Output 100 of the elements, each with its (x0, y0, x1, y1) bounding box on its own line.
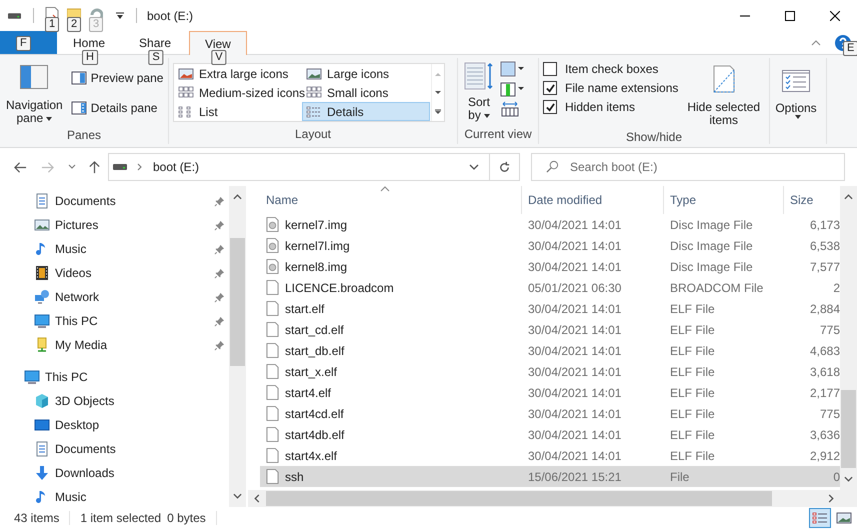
table-cell-text: 30/04/2021 14:01 (527, 406, 622, 420)
scroll-right-icon[interactable] (828, 494, 834, 503)
scroll-down-icon[interactable] (233, 493, 242, 499)
file-row[interactable]: start_x.elf 30/04/2021 14:01 ELF File 3,618 (260, 361, 840, 382)
scroll-up-icon[interactable] (233, 194, 242, 200)
file-row[interactable]: kernel7l.img 30/04/2021 14:01 Disc Image File 6,538 (260, 235, 840, 256)
pin-icon[interactable] (214, 196, 225, 206)
file-row[interactable]: kernel7.img 30/04/2021 14:01 Disc Image File 6,173 (260, 214, 840, 235)
navigation-pane-button[interactable]: Navigation pane (4, 58, 65, 127)
checkbox[interactable]: Hidden items (543, 100, 678, 114)
picture-icon (306, 66, 322, 80)
navigation-item[interactable]: My Media (0, 333, 229, 357)
table-cell-text: File (669, 470, 690, 484)
file-tab[interactable]: F (0, 31, 57, 54)
layout-option[interactable]: List (174, 102, 302, 121)
pane-button[interactable]: Details pane (68, 97, 166, 119)
scroll-down-icon[interactable] (434, 90, 442, 96)
pin-icon[interactable] (214, 316, 225, 326)
keytip-tooltip: 1 (45, 16, 60, 32)
file-row[interactable]: start4x.elf 30/04/2021 14:01 ELF File 2,912 (260, 445, 840, 466)
navigation-item[interactable]: Desktop (0, 413, 229, 437)
pin-icon[interactable] (214, 244, 225, 254)
table-cell-text: 30/04/2021 14:01 (527, 218, 622, 232)
table-cell-text: 2 (832, 280, 840, 294)
pane-button[interactable]: Preview pane (68, 67, 166, 89)
scroll-up-icon[interactable] (844, 194, 853, 200)
column-header[interactable]: Name (248, 186, 522, 214)
add-columns-icon[interactable] (500, 81, 524, 97)
navigation-item[interactable]: Documents (0, 189, 229, 213)
column-header[interactable]: Size (784, 186, 840, 214)
up-arrow-icon[interactable] (88, 160, 101, 174)
scroll-down-icon[interactable] (844, 476, 853, 482)
file-row[interactable]: start_db.elf 30/04/2021 14:01 ELF File 4,683 (260, 340, 840, 361)
expand-gallery-icon[interactable] (434, 108, 442, 114)
customize-dropdown-icon[interactable] (116, 12, 124, 20)
file-row[interactable]: start4db.elf 30/04/2021 14:01 ELF File 3,636 (260, 424, 840, 445)
address-path[interactable]: boot (E:) (153, 160, 200, 174)
pin-icon[interactable] (214, 220, 225, 230)
group-by-icon[interactable] (500, 61, 524, 77)
group-label: Panes (66, 127, 102, 144)
table-cell-text: 2,912 (808, 448, 840, 462)
table-cell-text: 775 (818, 322, 840, 336)
chevron-down-icon[interactable] (469, 164, 479, 170)
navigation-item[interactable]: This PC (0, 309, 229, 333)
navigation-item[interactable]: 3D Objects (0, 389, 229, 413)
layout-option[interactable]: Medium-sized icons (174, 83, 302, 102)
scrollbar[interactable] (229, 186, 246, 507)
layout-option[interactable]: Large icons (302, 64, 430, 83)
picture-icon (836, 511, 852, 525)
navigation-item[interactable]: Music (0, 237, 229, 261)
column-header[interactable]: Type (664, 186, 784, 214)
file-row[interactable]: start4cd.elf 30/04/2021 14:01 ELF File 775 (260, 403, 840, 424)
icon-grid-icon (178, 86, 194, 100)
scrollbar-thumb[interactable] (841, 390, 856, 468)
details-pane-icon (70, 101, 87, 115)
scrollbar-thumb[interactable] (266, 491, 772, 506)
scrollbar[interactable] (840, 186, 857, 490)
pin-icon[interactable] (214, 292, 225, 302)
details-view-button[interactable] (809, 508, 831, 528)
checkbox-box[interactable] (543, 62, 557, 76)
layout-option[interactable]: Details (302, 102, 430, 121)
file-row[interactable]: kernel8.img 30/04/2021 14:01 Disc Image File 7,577 (260, 256, 840, 277)
file-name: start.elf (285, 302, 324, 316)
navigation-item[interactable]: This PC (0, 365, 229, 389)
scrollbar-thumb[interactable] (230, 238, 245, 366)
pin-icon[interactable] (214, 340, 225, 350)
chevron-down-icon[interactable] (68, 164, 76, 170)
hide-selected-items-button[interactable]: Hide selected items (682, 58, 765, 129)
checkbox-box[interactable] (543, 81, 557, 95)
sort-by-button[interactable]: Sort by (462, 58, 496, 124)
navigation-item[interactable]: Downloads (0, 461, 229, 485)
navigation-item[interactable]: Pictures (0, 213, 229, 237)
column-header[interactable]: Date modified (522, 186, 664, 214)
scroll-left-icon[interactable] (254, 494, 260, 503)
navigation-item[interactable]: Music (0, 485, 229, 509)
checkbox-label: Hidden items (565, 100, 636, 114)
checkbox[interactable]: File name extensions (543, 81, 678, 95)
checkbox-box[interactable] (543, 100, 557, 114)
back-arrow-icon[interactable] (14, 160, 27, 174)
file-icon (266, 364, 279, 379)
scrollbar[interactable] (248, 490, 857, 507)
collapse-ribbon-icon[interactable] (811, 40, 821, 46)
options-button[interactable]: Options (774, 60, 818, 121)
file-row[interactable]: start4.elf 30/04/2021 14:01 ELF File 2,177 (260, 382, 840, 403)
navigation-item-label: Pictures (55, 218, 98, 232)
address-bar[interactable]: boot (E:) (108, 153, 520, 181)
pin-icon[interactable] (214, 268, 225, 278)
layout-option[interactable]: Extra large icons (174, 64, 302, 83)
file-row[interactable]: ssh 15/06/2021 15:21 File 0 (260, 466, 840, 487)
selection-size: 0 bytes (167, 511, 206, 525)
keytip-tooltip: V (211, 50, 227, 65)
file-row[interactable]: LICENCE.broadcom 05/01/2021 06:30 BROADCOM File 2 (260, 277, 840, 298)
checkbox[interactable]: Item check boxes (543, 62, 678, 76)
file-row[interactable]: start_cd.elf 30/04/2021 14:01 ELF File 775 (260, 319, 840, 340)
navigation-item[interactable]: Videos (0, 261, 229, 285)
file-row[interactable]: start.elf 30/04/2021 14:01 ELF File 2,884 (260, 298, 840, 319)
navigation-item[interactable]: Documents (0, 437, 229, 461)
search-field[interactable]: Search boot (E:) (531, 153, 845, 181)
navigation-item[interactable]: Network (0, 285, 229, 309)
caret-icon (46, 116, 52, 121)
